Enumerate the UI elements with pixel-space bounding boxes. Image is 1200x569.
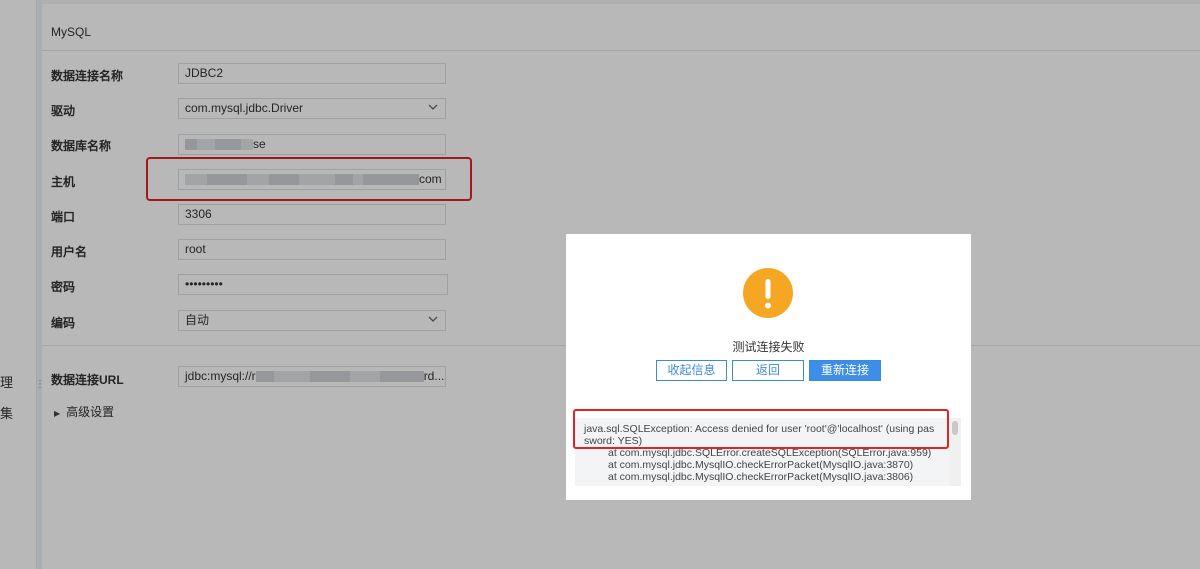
log-scrollbar[interactable] [949,418,961,486]
log-scrollbar-thumb[interactable] [952,421,958,435]
error-highlight-annotation [573,409,949,449]
log-line: at com.mysql.jdbc.MysqlIO.checkErrorPack… [608,471,914,483]
test-connection-dialog: 测试连接失败 收起信息 返回 重新连接 java.sql.SQLExceptio… [566,234,971,500]
warning-icon [743,268,793,318]
collapse-info-button[interactable]: 收起信息 [656,360,727,381]
exclamation-icon [765,279,771,309]
log-line: at com.mysql.jdbc.MysqlIO.checkErrorPack… [608,459,914,471]
dialog-message: 测试连接失败 [732,340,805,354]
reconnect-button[interactable]: 重新连接 [809,360,881,381]
back-button[interactable]: 返回 [732,360,804,381]
